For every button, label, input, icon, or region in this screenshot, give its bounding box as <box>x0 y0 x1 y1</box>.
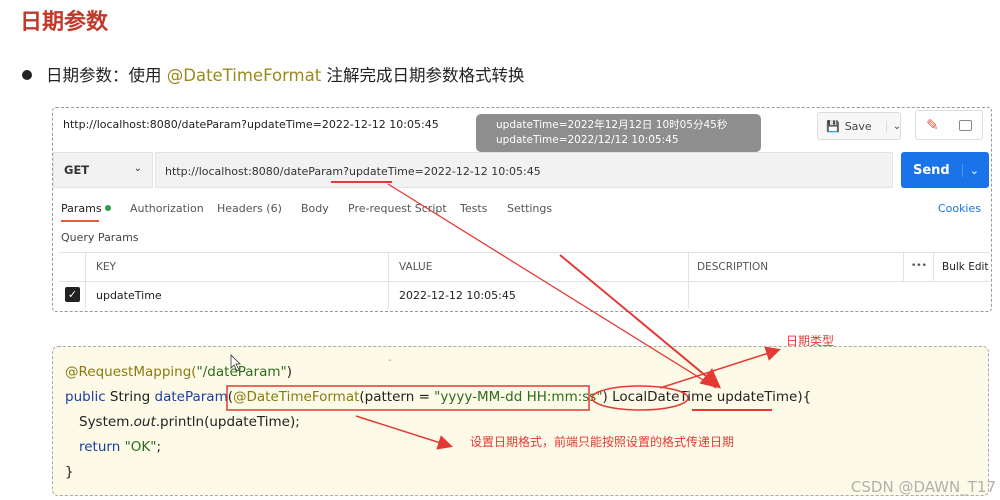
tab-pre-request-script[interactable]: Pre-request Script <box>348 202 447 215</box>
bullet-prefix: 日期参数：使用 <box>46 66 167 85</box>
chevron-down-icon: ⌄ <box>133 163 142 174</box>
query-params-table: KEY VALUE DESCRIPTION ••• Bulk Edit ✓ up… <box>59 252 989 309</box>
bullet-dot-icon <box>22 70 32 80</box>
tab-tests[interactable]: Tests <box>460 202 487 215</box>
comment-icon[interactable] <box>958 119 972 131</box>
request-side-icons: ✎ <box>915 110 983 140</box>
code-line-3: System.out.println(updateTime); <box>79 414 300 430</box>
chevron-down-icon[interactable]: ⌄ <box>961 163 979 177</box>
slide-title: 日期参数 <box>20 10 109 35</box>
column-header-value: VALUE <box>388 253 688 281</box>
annotation-date-type: 日期类型 <box>786 334 835 348</box>
url-input[interactable]: http://localhost:8080/dateParam?updateTi… <box>155 152 893 188</box>
send-label: Send <box>913 162 950 178</box>
column-header-description: DESCRIPTION <box>688 253 903 281</box>
tooltip-line-2: updateTime=2022/12/12 10:05:45 <box>496 134 679 146</box>
send-button[interactable]: Send ⌄ <box>901 152 989 188</box>
method-select[interactable]: GET ⌄ <box>53 152 153 188</box>
param-description-cell[interactable] <box>688 281 989 309</box>
annotation-format-note: 设置日期格式，前端只能按照设置的格式传递日期 <box>470 435 735 449</box>
tab-body[interactable]: Body <box>301 202 329 215</box>
cursor-mark: - <box>388 355 392 366</box>
param-key-cell[interactable]: updateTime <box>85 281 388 309</box>
param-type: LocalDateTime <box>607 389 717 405</box>
more-options-icon[interactable]: ••• <box>903 253 933 281</box>
cookies-link[interactable]: Cookies <box>938 202 981 215</box>
request-tab-title[interactable]: http://localhost:8080/dateParam?updateTi… <box>63 118 439 131</box>
code-line-1: @RequestMapping("/dateParam") <box>65 364 293 380</box>
column-header-key: KEY <box>85 253 388 281</box>
tab-authorization[interactable]: Authorization <box>130 202 204 215</box>
request-tabs: Params Authorization Headers (6) Body Pr… <box>61 202 981 222</box>
code-snippet-panel: @RequestMapping("/dateParam") - public S… <box>52 346 989 496</box>
datetimeformat-annotation: @DateTimeFormat <box>233 389 360 405</box>
watermark: CSDN @DAWN_T17 <box>850 478 996 496</box>
query-params-heading: Query Params <box>61 231 139 244</box>
tab-underline <box>61 220 99 222</box>
active-dot-icon <box>104 205 111 211</box>
tab-settings[interactable]: Settings <box>507 202 552 215</box>
bullet-point: 日期参数：使用 @DateTimeFormat 注解完成日期参数格式转换 <box>22 62 524 86</box>
save-label: Save <box>844 119 872 133</box>
save-icon: 💾 <box>826 119 840 133</box>
slide-header-band <box>0 0 1000 42</box>
param-row-checkbox[interactable]: ✓ <box>65 287 80 302</box>
method-value: GET <box>64 163 90 177</box>
tab-headers[interactable]: Headers (6) <box>217 202 282 215</box>
tooltip-line-1: updateTime=2022年12月12日 10时05分45秒 <box>496 119 728 131</box>
date-format-tooltip: updateTime=2022年12月12日 10时05分45秒 updateT… <box>476 114 761 152</box>
tab-params[interactable]: Params <box>61 202 111 222</box>
bullet-annotation: @DateTimeFormat <box>166 66 322 85</box>
code-line-5: } <box>65 464 74 480</box>
code-line-2: public String dateParam(@DateTimeFormat(… <box>65 389 812 405</box>
param-value-cell[interactable]: 2022-12-12 10:05:45 <box>388 281 688 309</box>
bulk-edit-link[interactable]: Bulk Edit <box>933 253 989 281</box>
param-name: updateTime <box>716 389 798 405</box>
bullet-suffix: 注解完成日期参数格式转换 <box>321 66 525 85</box>
save-button[interactable]: 💾 Save ⌄ <box>817 112 901 140</box>
pencil-icon[interactable]: ✎ <box>926 116 939 134</box>
chevron-down-icon[interactable]: ⌄ <box>885 120 901 132</box>
code-line-4: return "OK"; <box>79 439 162 455</box>
